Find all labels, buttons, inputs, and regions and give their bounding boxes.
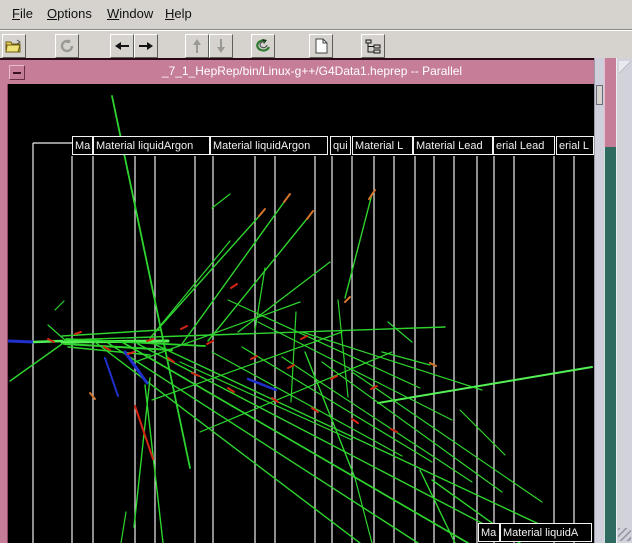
menu-item-file[interactable]: File: [12, 6, 33, 21]
rotate-view-button[interactable]: [251, 34, 275, 58]
material-label: erial Lead: [493, 136, 555, 155]
window-title: _7_1_HepRep/bin/Linux-g++/G4Data1.heprep…: [161, 64, 463, 78]
rotate-arrow-icon: [254, 38, 272, 54]
minimize-button[interactable]: [9, 65, 25, 80]
app-window: File Options Window Help _7_1_HepRep/bin/Li…: [0, 0, 632, 543]
event-display-canvas[interactable]: Ma Material liquidArgon Material liquidArg…: [8, 84, 594, 543]
open-file-button[interactable]: [2, 34, 26, 58]
minimize-icon: [13, 72, 21, 74]
go-back-button[interactable]: [110, 34, 134, 58]
tree-icon: [365, 39, 381, 54]
material-label: Material liquidA: [500, 523, 592, 542]
material-label: qui: [330, 136, 351, 155]
new-page-button[interactable]: [309, 34, 333, 58]
menu-bar: File Options Window Help: [0, 0, 632, 30]
toolbar: [0, 30, 632, 58]
window-title-bar[interactable]: _7_1_HepRep/bin/Linux-g++/G4Data1.heprep…: [0, 58, 604, 84]
outer-scrollbar-thumb[interactable]: [604, 147, 616, 543]
window-frame-left: [0, 58, 8, 543]
inner-vertical-scrollbar[interactable]: [594, 58, 604, 543]
go-up-button[interactable]: [185, 34, 209, 58]
particle-tracks: [8, 95, 593, 543]
folder-open-icon: [5, 38, 23, 54]
reload-button[interactable]: [55, 34, 79, 58]
document-icon: [315, 38, 328, 54]
arrow-up-icon: [191, 38, 203, 54]
tree-view-button[interactable]: [361, 34, 385, 58]
menu-item-help[interactable]: Help: [165, 6, 192, 21]
arrow-down-icon: [215, 38, 227, 54]
resize-corner-icon[interactable]: [619, 61, 631, 73]
outer-scroll-column[interactable]: [616, 58, 632, 543]
menu-item-window[interactable]: Window: [107, 6, 153, 21]
material-label: Ma: [478, 523, 500, 542]
go-forward-button[interactable]: [134, 34, 158, 58]
material-label: Material L: [352, 136, 413, 155]
menu-item-options[interactable]: Options: [47, 6, 92, 21]
window-frame-right: [604, 58, 616, 147]
material-label: erial L: [556, 136, 594, 155]
inner-scrollbar-thumb[interactable]: [596, 85, 603, 105]
reload-circle-icon: [59, 38, 75, 54]
arrow-left-icon: [114, 40, 130, 52]
material-label: Material liquidArgon: [210, 136, 328, 155]
resize-grip-icon[interactable]: [618, 528, 631, 541]
arrow-right-icon: [138, 40, 154, 52]
material-label: Ma: [72, 136, 93, 155]
material-label: Material Lead: [413, 136, 493, 155]
go-down-button[interactable]: [209, 34, 233, 58]
material-label: Material liquidArgon: [93, 136, 210, 155]
